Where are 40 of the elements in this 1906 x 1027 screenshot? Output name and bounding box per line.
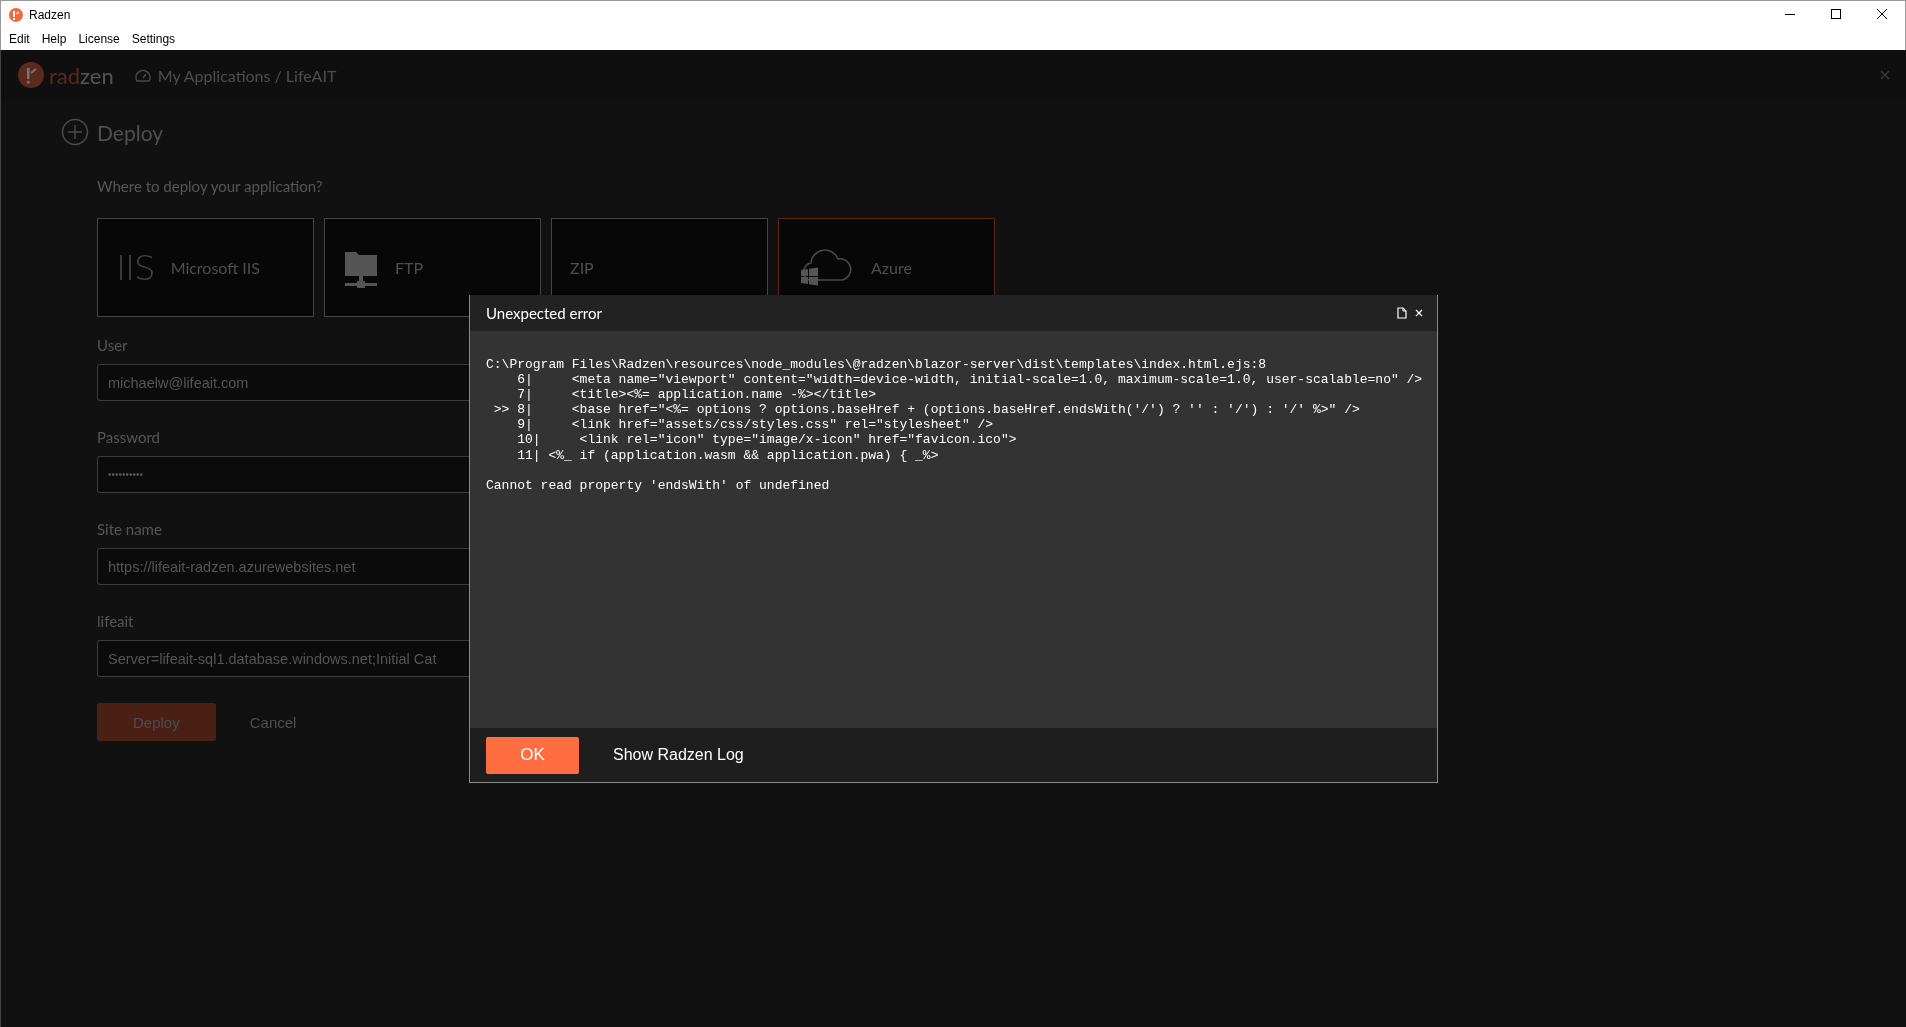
menu-item[interactable]: Settings [125,32,182,46]
code-line: 7| <title><%= application.name -%></title> [516,387,877,403]
app-logo-icon [9,7,23,22]
target-label: Azure [871,258,912,277]
input-field[interactable]: michaelw@lifeait.com [97,364,470,401]
dashboard-icon [133,67,152,83]
show-log-button[interactable]: Show Radzen Log [613,736,744,774]
code-line: 9| <link href="assets/css/styles.css" rel="stylesheet" /> [516,417,994,433]
field-label: Password [97,428,160,446]
target-label: FTP [395,258,424,277]
input-field[interactable]: Server=lifeait-sql1.database.windows.net;Initial Cat [97,640,470,677]
code-line: 11| <%_ if (application.wasm && application.pwa) { _%> [516,447,939,463]
field-label: User [97,336,128,354]
iis-logo: IIS [116,247,155,288]
code-line: >> 8| <base href="<%= options ? options.baseHref + (options.baseHref.endsWith('/') ? '' : '/') : '/' %>" /> [492,402,1360,418]
logo-text: radzen [49,61,114,89]
error-message: Cannot read property 'endsWith' of undefined [486,477,830,493]
plus-circle-icon [61,118,89,146]
code-line: 6| <meta name="viewport" content="width=device-width, initial-scale=1.0, maximum-scale=1.0, user-scalable=no" /> [516,372,1423,388]
logo-icon [17,61,45,89]
page-title: Deploy [97,119,164,145]
copy-icon[interactable] [1397,307,1407,319]
field-label: lifeait [97,612,134,630]
menu-item[interactable]: Help [35,32,73,46]
menu-item[interactable]: Edit [3,32,36,46]
deploy-button[interactable]: Deploy [97,703,216,741]
field-label: Site name [97,520,162,538]
password-field[interactable]: •••••••••• [97,456,470,493]
code-line: C:\Program Files\Radzen\resources\node_modules\@radzen\blazor-server\dist\templates\index.html.ejs:8 [486,357,1267,373]
input-field[interactable]: https://lifeait-radzen.azurewebsites.net [97,548,470,585]
code-line: 10| <link rel="icon" type="image/x-icon" href="favicon.ico"> [516,432,1017,448]
deploy-question: Where to deploy your application? [97,177,323,195]
breadcrumb[interactable]: My Applications / LifeAIT [157,65,337,85]
deploy-target-card[interactable]: IIS Microsoft IIS [97,218,314,317]
window-title: Radzen [29,7,71,22]
target-label: ZIP [570,258,594,277]
ok-button[interactable]: OK [486,736,579,774]
target-label: Microsoft IIS [170,258,260,277]
cancel-button[interactable]: Cancel [239,703,307,741]
menu-item[interactable]: License [72,32,126,46]
